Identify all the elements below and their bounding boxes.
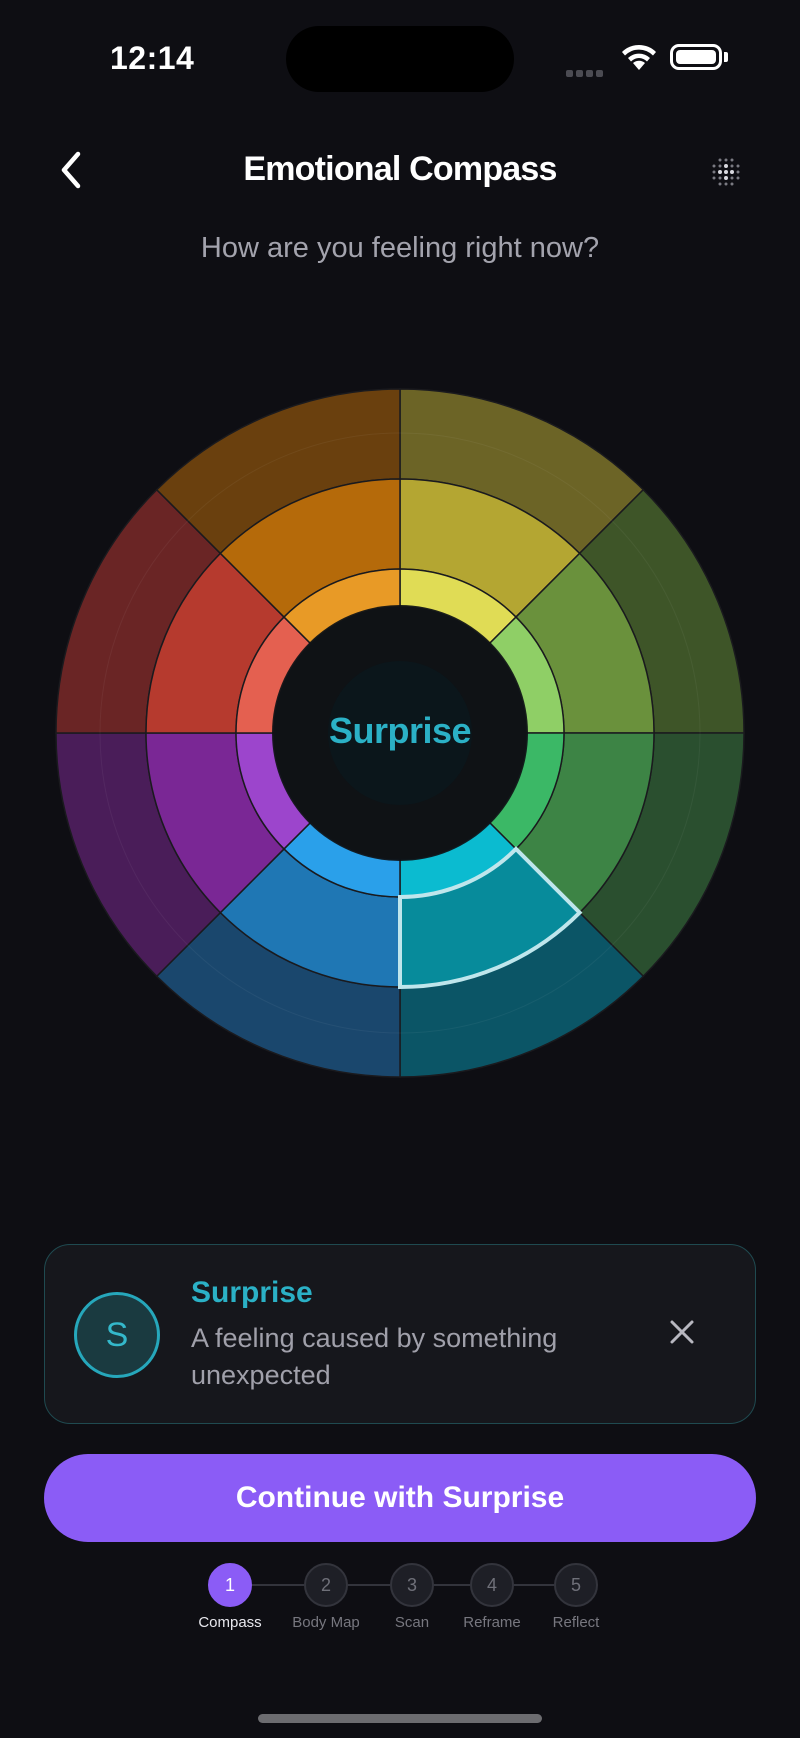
page-title: Emotional Compass <box>243 150 557 188</box>
emotion-title: Surprise <box>191 1276 313 1309</box>
feeling-prompt: How are you feeling right now? <box>200 232 600 264</box>
step-connector <box>252 1584 304 1586</box>
step-1-indicator[interactable]: 1 <box>208 1563 252 1607</box>
cellular-signal-icon <box>566 64 608 77</box>
step-5-indicator[interactable]: 5 <box>554 1563 598 1607</box>
step-connector <box>514 1584 554 1586</box>
status-time: 12:14 <box>110 40 195 76</box>
dot-grid-icon[interactable] <box>706 152 746 192</box>
battery-icon <box>670 44 722 70</box>
emotion-avatar: S <box>74 1292 160 1378</box>
step-1-label: Compass <box>198 1614 262 1631</box>
step-connector <box>348 1584 390 1586</box>
home-indicator <box>258 1714 542 1723</box>
battery-nub <box>724 52 728 62</box>
wheel-selected-label: Surprise <box>328 710 472 751</box>
step-3-indicator[interactable]: 3 <box>390 1563 434 1607</box>
dynamic-island <box>286 26 514 92</box>
emotion-description: A feeling caused by something unexpected <box>191 1323 558 1390</box>
step-5-label: Reflect <box>552 1614 600 1631</box>
step-4-indicator[interactable]: 4 <box>470 1563 514 1607</box>
wifi-icon <box>622 44 656 70</box>
step-2-indicator[interactable]: 2 <box>304 1563 348 1607</box>
step-connector <box>434 1584 470 1586</box>
continue-button[interactable]: Continue with Surprise <box>44 1454 756 1542</box>
close-icon[interactable] <box>666 1316 698 1348</box>
